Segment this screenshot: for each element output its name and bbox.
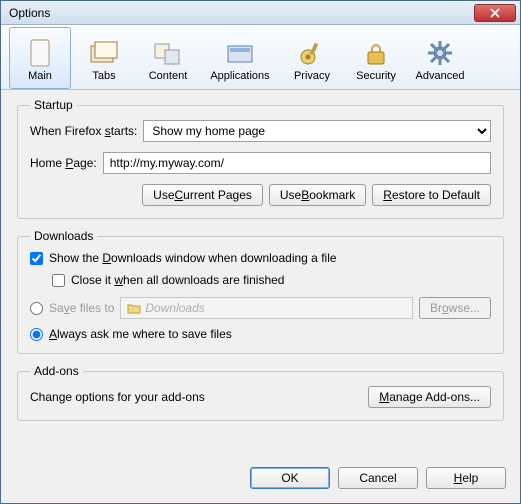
- downloads-legend: Downloads: [30, 229, 97, 243]
- titlebar: Options: [1, 1, 520, 25]
- use-current-pages-button[interactable]: Use Current Pages: [142, 184, 263, 206]
- use-bookmark-button[interactable]: Use Bookmark: [269, 184, 366, 206]
- tab-advanced[interactable]: Advanced: [409, 27, 471, 89]
- help-button[interactable]: Help: [426, 467, 506, 489]
- tab-privacy[interactable]: Privacy: [281, 27, 343, 89]
- restore-default-button[interactable]: Restore to Default: [372, 184, 491, 206]
- close-icon: [490, 8, 500, 18]
- startup-legend: Startup: [30, 98, 77, 112]
- cancel-button[interactable]: Cancel: [338, 467, 418, 489]
- close-when-finished-checkbox[interactable]: [52, 274, 65, 287]
- security-icon: [360, 37, 392, 69]
- main-panel: Startup When Firefox starts: Show my hom…: [1, 90, 520, 467]
- main-icon: [24, 37, 56, 69]
- folder-icon: [127, 302, 141, 314]
- save-folder-display: Downloads: [120, 297, 413, 319]
- options-window: Options Main Tabs Content Applications P…: [0, 0, 521, 504]
- save-files-to-radio[interactable]: [30, 302, 43, 315]
- content-icon: [152, 37, 184, 69]
- tab-security[interactable]: Security: [345, 27, 407, 89]
- always-ask-row: Always ask me where to save files: [30, 327, 491, 341]
- close-when-finished-row: Close it when all downloads are finished: [52, 273, 491, 287]
- category-toolbar: Main Tabs Content Applications Privacy S…: [1, 25, 520, 90]
- save-files-to-label: Save files to: [49, 301, 114, 315]
- privacy-icon: [296, 37, 328, 69]
- tab-applications[interactable]: Applications: [201, 27, 279, 89]
- tab-main[interactable]: Main: [9, 27, 71, 89]
- close-button[interactable]: [474, 4, 516, 22]
- applications-icon: [224, 37, 256, 69]
- addons-group: Add-ons Change options for your add-ons …: [17, 364, 504, 421]
- show-downloads-checkbox-row: Show the Downloads window when downloadi…: [30, 251, 491, 265]
- browse-button: Browse...: [419, 297, 491, 319]
- downloads-group: Downloads Show the Downloads window when…: [17, 229, 504, 354]
- tab-tabs[interactable]: Tabs: [73, 27, 135, 89]
- home-page-input[interactable]: [103, 152, 491, 174]
- dialog-buttons: OK Cancel Help: [1, 467, 520, 503]
- always-ask-label: Always ask me where to save files: [49, 327, 232, 341]
- tab-content[interactable]: Content: [137, 27, 199, 89]
- when-starts-label: When Firefox starts:: [30, 124, 137, 138]
- home-page-label: Home Page:: [30, 156, 97, 170]
- tabs-icon: [88, 37, 120, 69]
- window-title: Options: [9, 6, 474, 20]
- addons-legend: Add-ons: [30, 364, 83, 378]
- when-starts-select[interactable]: Show my home page: [143, 120, 491, 142]
- manage-addons-button[interactable]: Manage Add-ons...: [368, 386, 491, 408]
- show-downloads-label: Show the Downloads window when downloadi…: [49, 251, 337, 265]
- ok-button[interactable]: OK: [250, 467, 330, 489]
- startup-group: Startup When Firefox starts: Show my hom…: [17, 98, 504, 219]
- always-ask-radio[interactable]: [30, 328, 43, 341]
- close-when-finished-label: Close it when all downloads are finished: [71, 273, 284, 287]
- advanced-icon: [424, 37, 456, 69]
- addons-description: Change options for your add-ons: [30, 390, 362, 404]
- show-downloads-checkbox[interactable]: [30, 252, 43, 265]
